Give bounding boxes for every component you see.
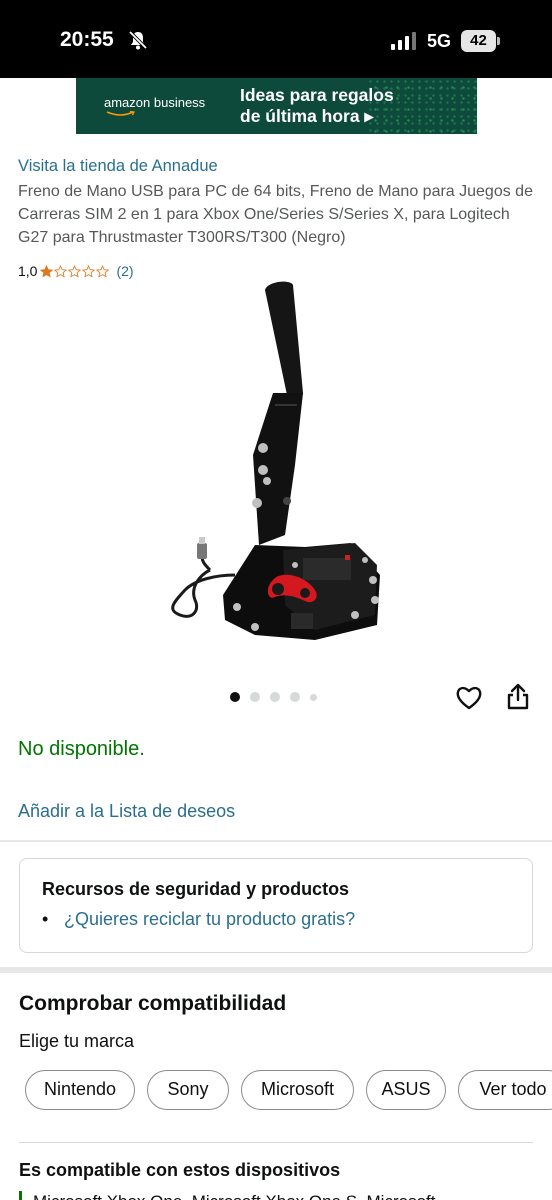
carousel-dot[interactable]	[290, 692, 300, 702]
availability-status: No disponible.	[18, 738, 145, 760]
safety-resources-box: Recursos de seguridad y productos • ¿Qui…	[19, 858, 533, 953]
safety-title: Recursos de seguridad y productos	[42, 879, 350, 899]
section-divider	[0, 840, 552, 842]
star-empty-icon	[96, 264, 110, 278]
star-empty-icon	[54, 264, 68, 278]
banner-brand: amazon business	[104, 95, 206, 110]
promo-banner[interactable]: amazon business Ideas para regalos de úl…	[76, 78, 477, 134]
safety-bullet: •	[42, 909, 49, 929]
brand-chip-ver-todo[interactable]: Ver todo	[458, 1070, 552, 1110]
carousel-dot[interactable]	[250, 692, 260, 702]
rating-stars	[40, 264, 110, 278]
brand-chip-asus[interactable]: ASUS	[366, 1070, 446, 1110]
brand-chip-sony[interactable]: Sony	[147, 1070, 229, 1110]
status-bar: 20:55 5G 42	[0, 0, 552, 78]
carousel-dot[interactable]	[230, 692, 240, 702]
recycle-link[interactable]: ¿Quieres reciclar tu producto gratis?	[64, 909, 355, 930]
compatibility-title: Comprobar compatibilidad	[19, 992, 287, 1015]
brand-label: Elige tu marca	[19, 1031, 135, 1051]
battery-level: 42	[461, 30, 496, 52]
product-image[interactable]	[155, 275, 395, 670]
devices-text: Microsoft Xbox One, Microsoft Xbox One S…	[33, 1192, 435, 1200]
heart-icon[interactable]	[455, 685, 483, 711]
carousel-dot[interactable]	[270, 692, 280, 702]
section-divider-thick	[0, 967, 552, 973]
add-to-wishlist-link[interactable]: Añadir a la Lista de deseos	[18, 801, 235, 822]
battery-tip	[497, 37, 500, 45]
star-empty-icon	[82, 264, 96, 278]
amazon-smile-icon	[106, 111, 135, 116]
devices-accent-bar	[19, 1191, 22, 1200]
carousel-dot[interactable]	[310, 693, 317, 701]
devices-line: Microsoft Xbox One, Microsoft Xbox One S…	[19, 1191, 539, 1200]
share-icon[interactable]	[506, 683, 530, 711]
banner-title: Ideas para regalos de última hora ▸	[240, 85, 440, 127]
battery-icon: 42	[461, 30, 501, 52]
brand-chip-microsoft[interactable]: Microsoft	[241, 1070, 354, 1110]
signal-icon	[391, 32, 416, 50]
compat-divider	[19, 1142, 533, 1143]
rating-row[interactable]: 1,0 (2)	[18, 261, 134, 281]
product-title: Freno de Mano USB para PC de 64 bits, Fr…	[18, 183, 533, 246]
store-link[interactable]: Visita la tienda de Annadue	[18, 157, 218, 176]
image-carousel-dots[interactable]	[230, 692, 327, 702]
star-empty-icon	[68, 264, 82, 278]
network-label: 5G	[427, 31, 452, 51]
rating-count[interactable]: (2)	[116, 263, 133, 279]
bell-slash-icon	[128, 30, 148, 50]
status-time: 20:55	[60, 28, 114, 51]
banner-title-line2: de última hora ▸	[240, 106, 374, 126]
brand-chips: Nintendo Sony Microsoft ASUS Ver todo	[25, 1070, 552, 1112]
rating-value: 1,0	[18, 263, 38, 279]
star-filled-icon	[40, 264, 54, 278]
banner-title-line1: Ideas para regalos	[240, 85, 394, 105]
devices-title: Es compatible con estos dispositivos	[19, 1160, 341, 1180]
brand-chip-nintendo[interactable]: Nintendo	[25, 1070, 135, 1110]
